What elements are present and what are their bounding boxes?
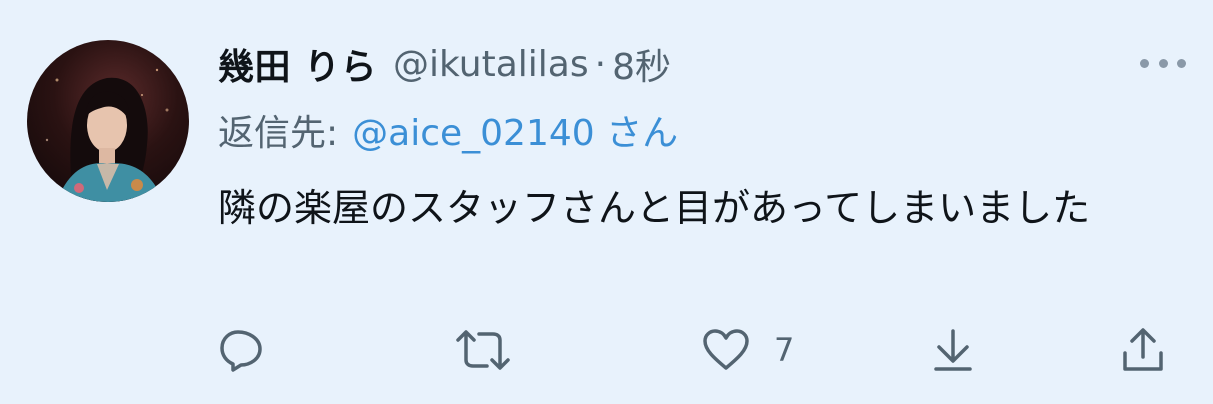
user-handle[interactable]: @ikutalilas (393, 44, 589, 85)
timestamp[interactable]: 8秒 (612, 38, 671, 90)
avatar[interactable] (27, 40, 189, 202)
more-horizontal-icon[interactable] (1140, 56, 1186, 70)
download-button[interactable] (930, 328, 976, 372)
avatar-image (45, 68, 169, 202)
tweet-text: 隣の楽屋のスタッフさんと目があってしまいました (218, 186, 1091, 230)
action-bar: 7 (0, 320, 1213, 380)
reply-button[interactable] (218, 328, 264, 372)
heart-icon (703, 329, 749, 370)
tweet-card[interactable]: 幾田 りら @ikutalilas · 8秒 返信先: @aice_02140 … (0, 0, 1213, 404)
retweet-icon (456, 330, 510, 370)
reply-context: 返信先: @aice_02140 さん (218, 103, 678, 157)
like-button[interactable]: 7 (702, 328, 794, 372)
separator-dot: · (594, 43, 607, 85)
reply-prefix: 返信先: (218, 113, 339, 154)
share-icon (1123, 328, 1163, 371)
reply-icon (220, 330, 262, 372)
tweet-header: 幾田 りら @ikutalilas · 8秒 (218, 36, 671, 92)
download-icon (934, 329, 972, 371)
display-name[interactable]: 幾田 りら (218, 38, 377, 90)
like-count: 7 (774, 331, 795, 369)
reply-mention-link[interactable]: @aice_02140 さん (352, 104, 678, 156)
share-button[interactable] (1120, 328, 1166, 372)
retweet-button[interactable] (455, 328, 511, 372)
